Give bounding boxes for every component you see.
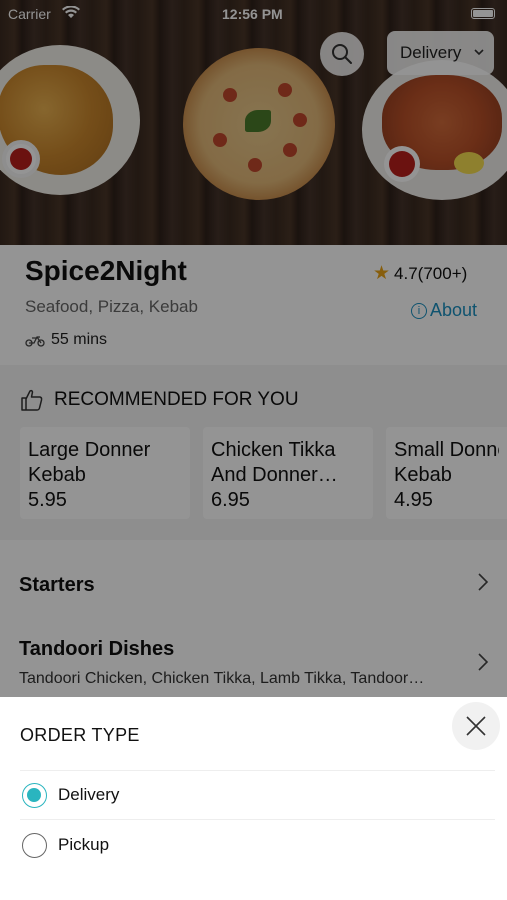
order-type-option-delivery[interactable]: Delivery bbox=[22, 775, 492, 815]
divider bbox=[20, 819, 495, 820]
option-label: Delivery bbox=[58, 785, 120, 804]
restaurant-screen: Carrier 12:56 PM Delivery Spice2Night ★ … bbox=[0, 0, 507, 900]
radio-selected[interactable] bbox=[22, 782, 47, 808]
radio-unselected[interactable] bbox=[22, 832, 47, 858]
order-type-option-pickup[interactable]: Pickup bbox=[22, 825, 492, 865]
modal-backdrop[interactable] bbox=[0, 0, 507, 697]
divider bbox=[20, 770, 495, 771]
close-button[interactable] bbox=[452, 702, 500, 750]
sheet-title: ORDER TYPE bbox=[20, 725, 140, 745]
option-label: Pickup bbox=[58, 835, 110, 854]
order-type-sheet: ORDER TYPE Delivery Pickup bbox=[0, 697, 507, 900]
close-icon bbox=[466, 716, 486, 736]
